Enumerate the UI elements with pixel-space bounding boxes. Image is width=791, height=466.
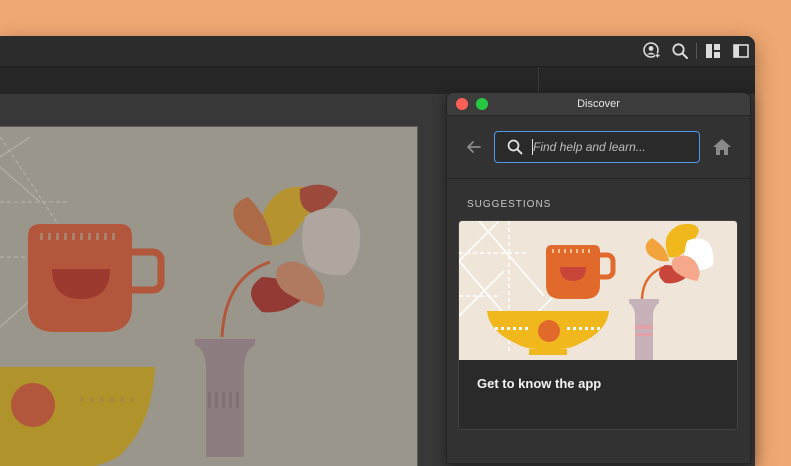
card-artwork bbox=[459, 221, 714, 360]
top-toolbar bbox=[638, 36, 755, 66]
suggestion-card[interactable]: Get to know the app bbox=[458, 220, 738, 430]
home-icon[interactable] bbox=[711, 137, 733, 157]
workspace-layout-icon[interactable] bbox=[699, 36, 727, 66]
user-add-icon[interactable] bbox=[638, 36, 666, 66]
document-canvas[interactable] bbox=[0, 126, 418, 466]
search-input[interactable] bbox=[533, 132, 693, 162]
thumbnail-mug bbox=[546, 245, 616, 299]
search-field[interactable] bbox=[494, 131, 700, 163]
arrow-left-icon[interactable] bbox=[464, 137, 484, 157]
bowl-illustration bbox=[0, 367, 155, 466]
suggestions-heading: SUGGESTIONS bbox=[467, 199, 552, 210]
discover-title: Discover bbox=[577, 98, 620, 110]
flower-illustration bbox=[220, 184, 361, 338]
options-divider bbox=[538, 67, 539, 95]
panel-toggle-icon[interactable] bbox=[727, 36, 755, 66]
toolbar-separator bbox=[696, 43, 697, 59]
discover-titlebar: Discover bbox=[447, 93, 750, 116]
card-thumbnail bbox=[459, 221, 737, 360]
app-titlebar bbox=[0, 36, 755, 66]
mug-illustration bbox=[28, 224, 165, 332]
thumbnail-bowl bbox=[487, 311, 609, 355]
thumbnail-vase bbox=[629, 299, 659, 360]
card-title: Get to know the app bbox=[477, 376, 602, 391]
search-icon[interactable] bbox=[666, 36, 694, 66]
thumbnail-flower bbox=[640, 223, 714, 300]
panel-divider bbox=[447, 178, 750, 179]
vase-illustration bbox=[195, 339, 255, 457]
discover-panel: Discover SUGGESTIONS bbox=[446, 92, 751, 464]
search-icon bbox=[507, 139, 523, 155]
options-bar bbox=[0, 66, 755, 95]
canvas-artwork bbox=[0, 136, 361, 466]
